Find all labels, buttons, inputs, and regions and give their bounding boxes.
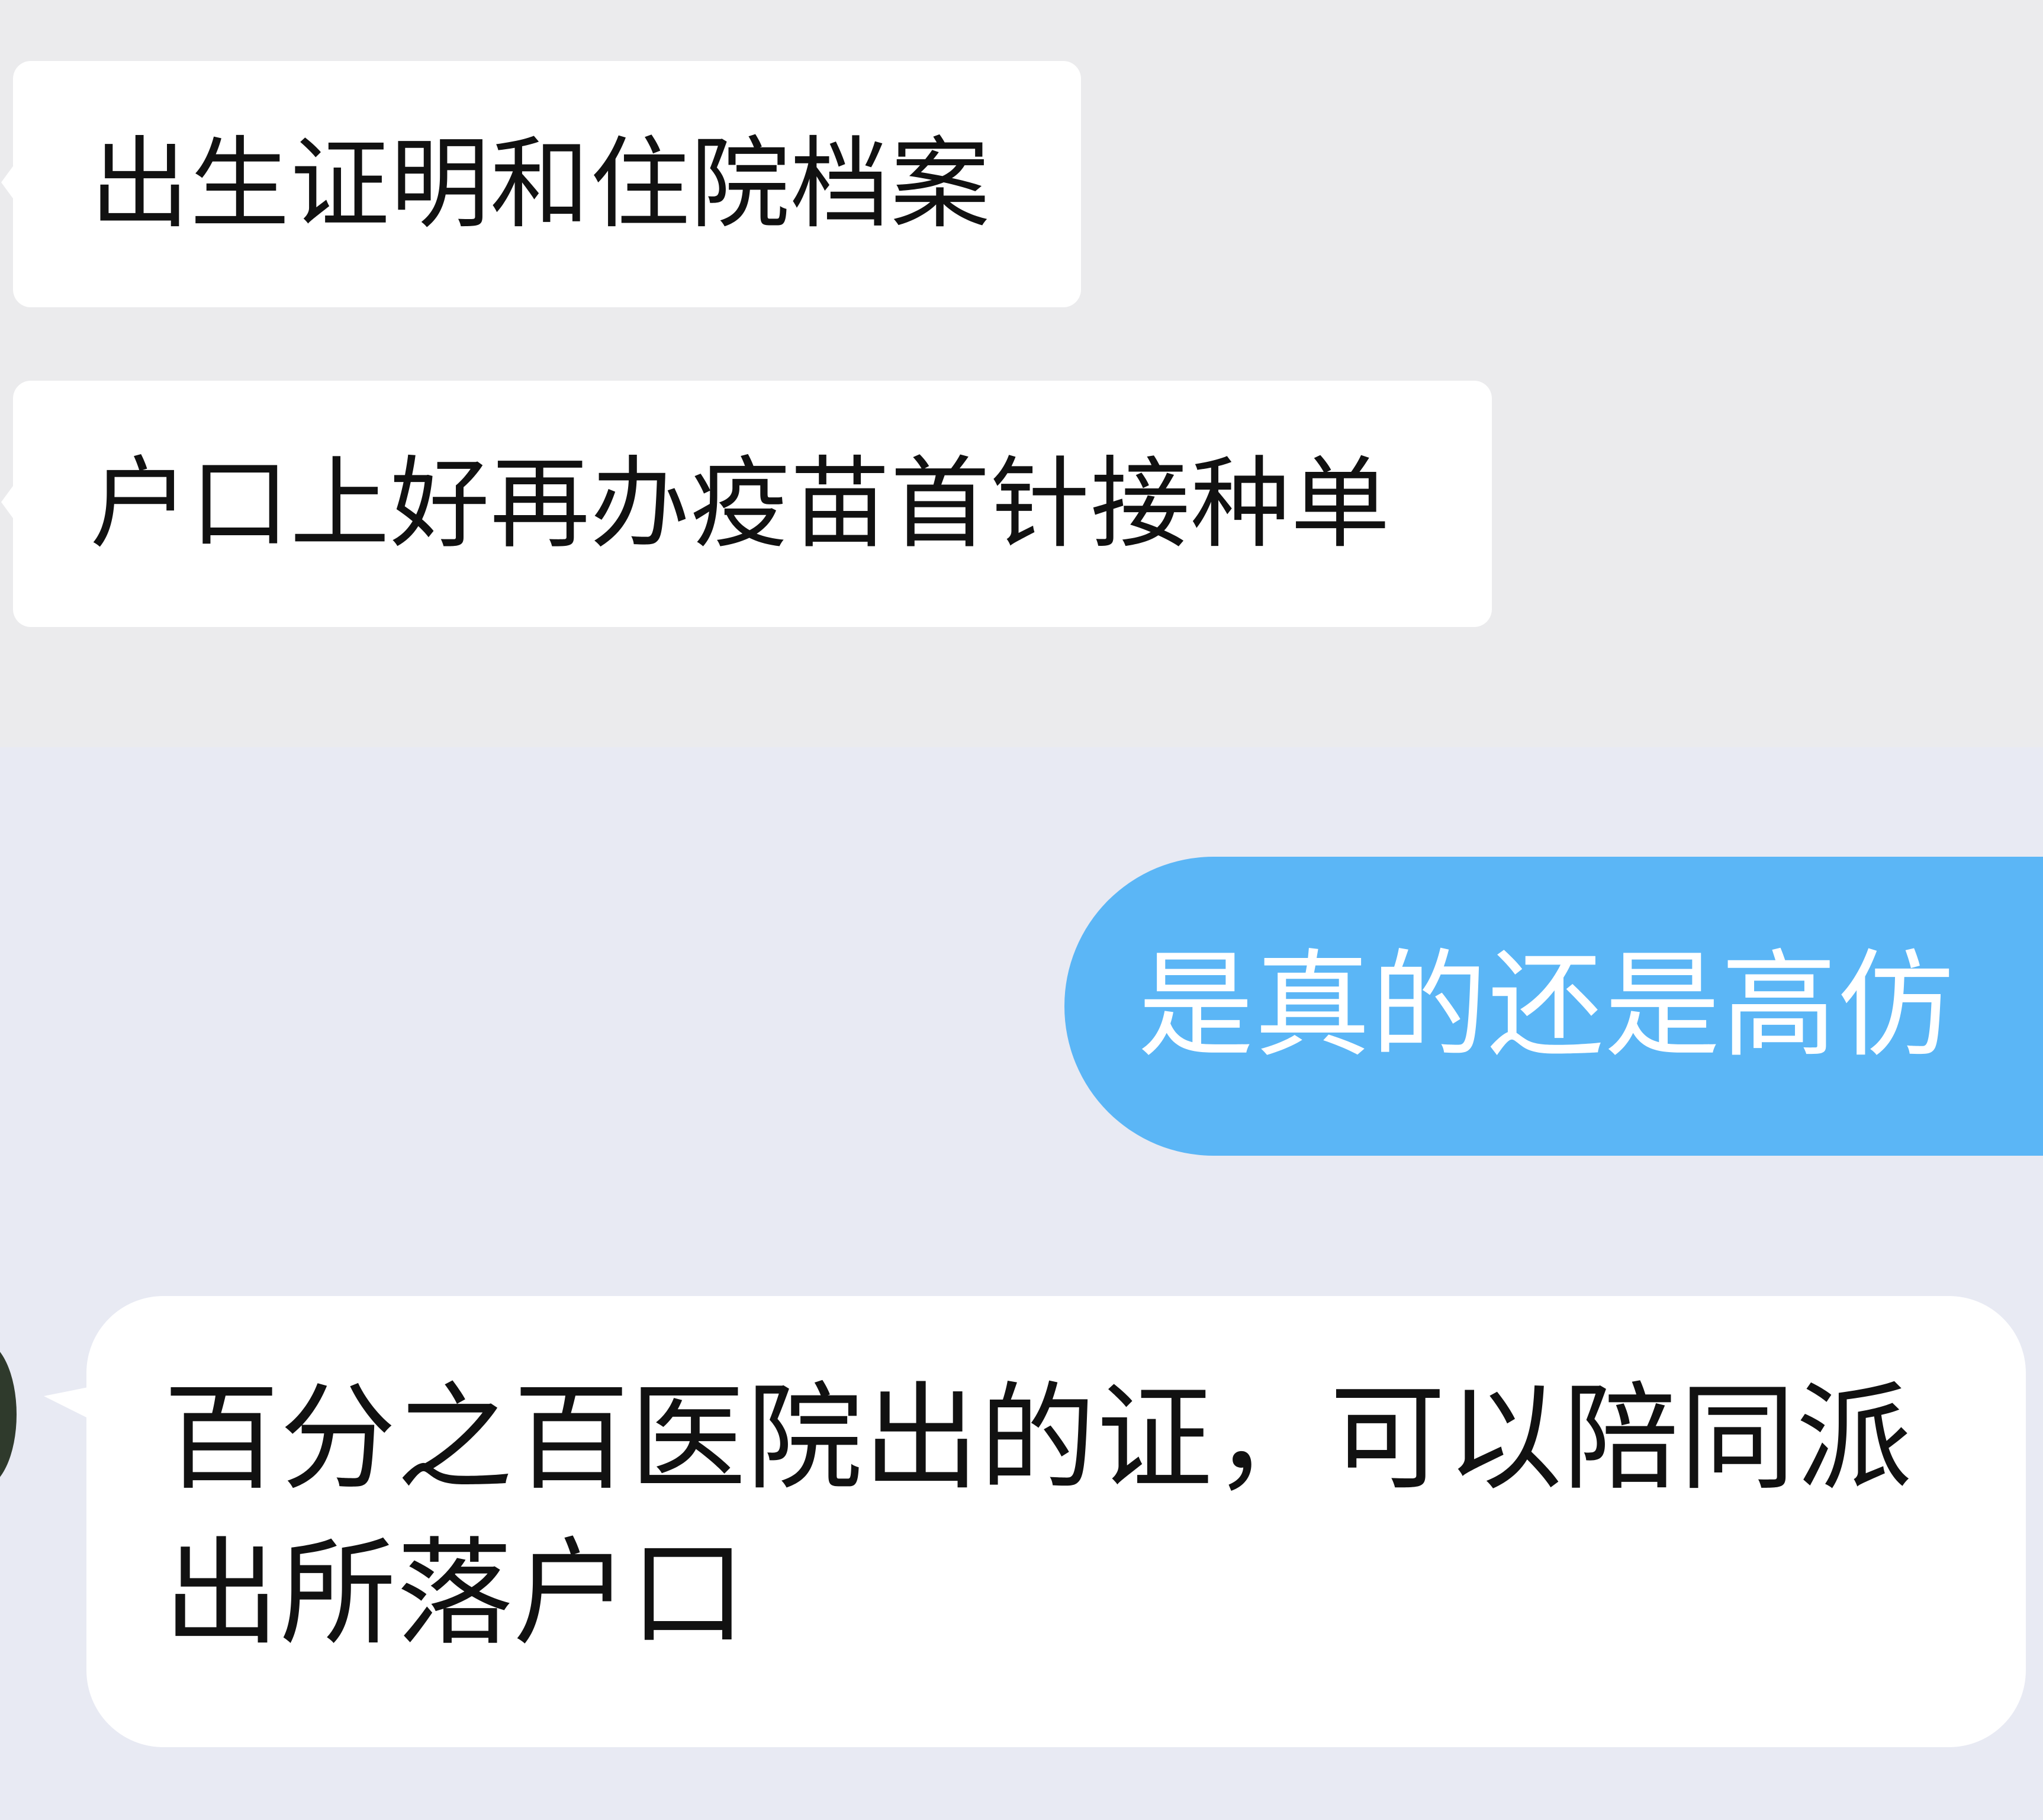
message-text: 户口上好再办疫苗首针接种单: [90, 446, 1391, 562]
message-text-line: 百分之百医院出的证，可以陪同派: [163, 1371, 1913, 1506]
message-text: 出生证明和住院档案: [90, 126, 990, 242]
incoming-message-bubble[interactable]: 百分之百医院出的证，可以陪同派 出所落户口: [86, 1296, 2026, 1747]
outgoing-message-bubble[interactable]: 是真的还是高仿: [1064, 857, 2043, 1156]
incoming-message-bubble[interactable]: 出生证明和住院档案: [1, 61, 1081, 307]
incoming-message-bubble[interactable]: 户口上好再办疫苗首针接种单: [1, 381, 1492, 627]
message-text: 是真的还是高仿: [1138, 938, 1955, 1073]
message-text-line: 出所落户口: [163, 1526, 747, 1661]
